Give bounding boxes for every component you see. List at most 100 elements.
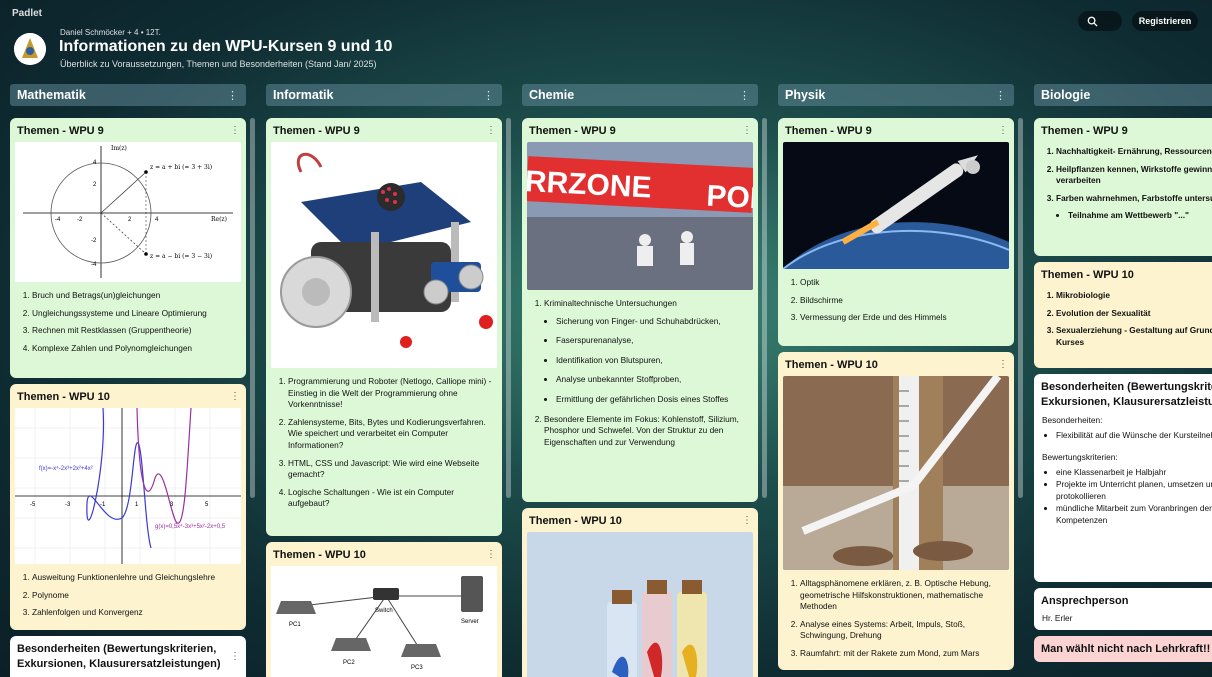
post-card[interactable]: Themen - WPU 9 ⋮ Optik Bildschirme Vermes…	[778, 118, 1014, 346]
post-title: Themen - WPU 10	[273, 548, 366, 561]
more-options-icon[interactable]: ⋮	[742, 125, 752, 136]
post-card[interactable]: Themen - WPU 10 ⋮	[522, 508, 758, 677]
more-options-icon[interactable]: ⋮	[230, 391, 240, 402]
post-card[interactable]: Besonderheiten (Bewertungskriterien, Exk…	[10, 636, 246, 677]
post-title: Besonderheiten (Bewertungskriterien, Exk…	[17, 643, 221, 670]
more-options-icon[interactable]: ⋮	[739, 89, 750, 102]
page-subtitle: Überblick zu Voraussetzungen, Themen und…	[60, 59, 377, 69]
list-subitem: Faserspurenanalyse,	[556, 335, 750, 347]
post-title: Themen - WPU 9	[529, 124, 616, 137]
search-icon	[1087, 16, 1098, 27]
register-button[interactable]: Registrieren	[1132, 11, 1198, 31]
list-item: Alltagsphänomene erklären, z. B. Optisch…	[800, 578, 1006, 613]
list-item: Optik	[800, 277, 1006, 289]
tape-text: POL	[706, 180, 753, 216]
padlet-logo[interactable]: Padlet	[12, 8, 42, 19]
list-item: Kriminaltechnische Untersuchungen	[544, 298, 677, 308]
post-title: Themen - WPU 9	[273, 124, 360, 137]
post-card[interactable]: Themen - WPU 9 ⋮ RRZONE POL Kriminaltechn…	[522, 118, 758, 502]
more-options-icon[interactable]: ⋮	[995, 89, 1006, 102]
more-options-icon[interactable]: ⋮	[483, 89, 494, 102]
list-item: Projekte im Unterricht planen, umsetzen …	[1056, 478, 1212, 502]
section-label: Bewertungskriterien:	[1042, 451, 1118, 462]
complex-plane-image: z = a + bi (= 3 + 3i) z = a − bi (= 3 − …	[15, 142, 241, 282]
svg-text:Im(z): Im(z)	[111, 145, 127, 152]
list-item: Programmierung und Roboter (Netlogo, Cal…	[288, 376, 494, 411]
list-item: Analyse eines Systems: Arbeit, Impuls, S…	[800, 619, 1006, 642]
column-header: Informatik ⋮	[266, 84, 502, 106]
post-title: Themen - WPU 9	[17, 124, 104, 137]
post-card[interactable]: Themen - WPU 10 ⋮ Alltagsphänomene erklär…	[778, 352, 1014, 670]
more-options-icon[interactable]: ⋮	[230, 125, 240, 136]
post-card[interactable]: Themen - WPU 10 ⋮ f(x)=-x⁴-2x³+2x²+4x² g(…	[10, 384, 246, 630]
list-item: Logische Schaltungen - Wie ist ein Compu…	[288, 487, 494, 510]
robot-image	[271, 142, 497, 368]
search-button[interactable]	[1078, 11, 1122, 31]
post-title: Themen - WPU 10	[17, 390, 110, 403]
list-item: Sexualerziehung - Gestaltung auf Grundla…	[1056, 325, 1212, 348]
list-subitem: Identifikation von Blutspuren,	[556, 355, 750, 367]
column-scrollbar[interactable]	[506, 118, 511, 498]
list-item: Evolution der Sexualität	[1056, 308, 1212, 320]
post-card[interactable]: Themen - WPU 9 ⋮ Programmierung und Robot…	[266, 118, 502, 536]
column-title: Physik	[785, 88, 826, 102]
column-scrollbar[interactable]	[1018, 118, 1023, 498]
column-informatik: Informatik ⋮ Themen - WPU 9⋮ P	[266, 84, 511, 677]
more-options-icon[interactable]: ⋮	[227, 89, 238, 102]
column-biologie: Biologie Themen - WPU 9 Nachhaltigkeit- …	[1034, 84, 1212, 662]
column-title: Informatik	[273, 88, 334, 102]
column-scrollbar[interactable]	[762, 118, 767, 498]
post-title: Themen - WPU 9	[1041, 124, 1128, 137]
post-card[interactable]: Themen - WPU 10 ⋮ PC1 Switch Server PC2 P…	[266, 542, 502, 677]
page-title: Informationen zu den WPU-Kursen 9 und 10	[59, 38, 393, 55]
refraction-straw-image	[783, 376, 1009, 570]
list-item: Bruch und Betrags(un)gleichungen	[32, 290, 238, 302]
post-card[interactable]: Besonderheiten (Bewertungskriterien, Exk…	[1034, 374, 1212, 582]
svg-text:-1: -1	[100, 502, 106, 508]
more-options-icon[interactable]: ⋮	[230, 651, 240, 662]
more-options-icon[interactable]: ⋮	[742, 515, 752, 526]
more-options-icon[interactable]: ⋮	[998, 359, 1008, 370]
list-item: Polynome	[32, 590, 238, 602]
column-physik: Physik ⋮ Themen - WPU 9 ⋮ Optik Bildschir…	[778, 84, 1023, 670]
svg-text:-2: -2	[77, 217, 83, 223]
list-item: Heilpflanzen kennen, Wirkstoffe gewinnen…	[1056, 164, 1212, 187]
more-options-icon[interactable]: ⋮	[998, 125, 1008, 136]
ink-bottles-image	[527, 532, 753, 677]
column-header: Chemie ⋮	[522, 84, 758, 106]
list-item: Rechnen mit Restklassen (Gruppentheorie)	[32, 325, 238, 337]
column-chemie: Chemie ⋮ Themen - WPU 9 ⋮ RRZONE POL Krim…	[522, 84, 767, 677]
function-g-label: g(x)=0,5x⁴-3x³+5x²-2x+0,5	[155, 523, 226, 530]
list-item: mündliche Mitarbeit zum Voranbringen der…	[1056, 502, 1212, 526]
list-subitem: Analyse unbekannter Stoffproben,	[556, 374, 750, 386]
svg-text:-2: -2	[91, 238, 97, 244]
more-options-icon[interactable]: ⋮	[486, 549, 496, 560]
post-card[interactable]: Man wählt nicht nach Lehrkraft!!	[1034, 636, 1212, 662]
function-f-label: f(x)=-x⁴-2x³+2x²+4x²	[39, 465, 93, 472]
list-item: Ungleichungssysteme und Lineare Optimier…	[32, 308, 238, 320]
board-avatar	[14, 33, 46, 65]
list-item: Zahlenfolgen und Konvergenz	[32, 607, 238, 619]
svg-text:-4: -4	[55, 217, 61, 223]
post-title: Man wählt nicht nach Lehrkraft!!	[1041, 642, 1211, 655]
network-label: Server	[461, 619, 479, 625]
column-title: Chemie	[529, 88, 575, 102]
list-item: Komplexe Zahlen und Polynomgleichungen	[32, 343, 238, 355]
post-card[interactable]: Themen - WPU 9 ⋮ z = a + bi (= 3 + 3i) z …	[10, 118, 246, 378]
post-card[interactable]: Ansprechperson Hr. Erler	[1034, 588, 1212, 630]
post-card[interactable]: Themen - WPU 9 Nachhaltigkeit- Ernährung…	[1034, 118, 1212, 256]
crime-scene-image: RRZONE POL	[527, 142, 753, 290]
svg-text:Re(z): Re(z)	[211, 216, 227, 223]
network-label: PC1	[289, 622, 301, 628]
network-diagram-image: PC1 Switch Server PC2 PC3	[271, 566, 497, 677]
list-subitem: Ermittlung der gefährlichen Dosis eines …	[556, 394, 750, 406]
column-scrollbar[interactable]	[250, 118, 255, 498]
more-options-icon[interactable]: ⋮	[486, 125, 496, 136]
rocket-image	[783, 142, 1009, 269]
svg-text:-5: -5	[30, 502, 36, 508]
svg-text:-3: -3	[65, 502, 71, 508]
list-item: Vermessung der Erde und des Himmels	[800, 312, 1006, 324]
post-card[interactable]: Themen - WPU 10 Mikrobiologie Evolution …	[1034, 262, 1212, 368]
network-label: PC2	[343, 660, 355, 666]
list-item: Zahlensysteme, Bits, Bytes und Kodierung…	[288, 417, 494, 452]
